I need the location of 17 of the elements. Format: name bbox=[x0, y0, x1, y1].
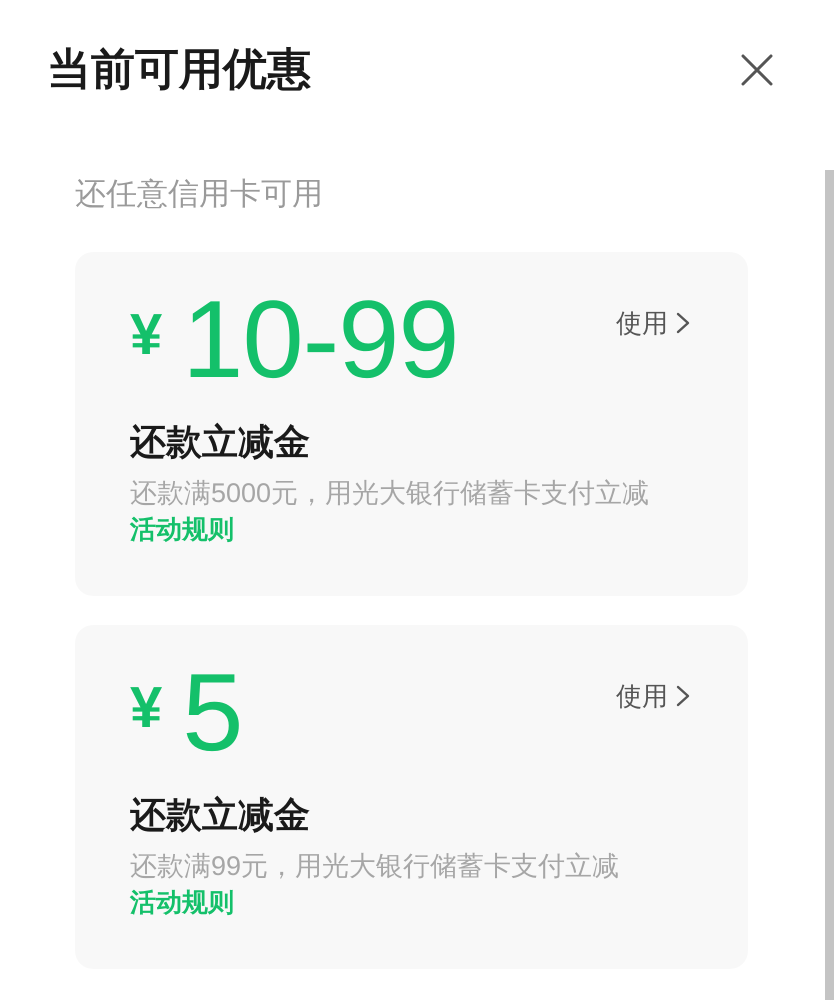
chevron-right-icon bbox=[676, 685, 690, 707]
currency-symbol: ¥ bbox=[130, 306, 162, 364]
coupon-description: 还款满99元，用光大银行储蓄卡支付立减 bbox=[130, 850, 620, 883]
coupon-amount: 5 bbox=[182, 661, 242, 765]
close-icon bbox=[740, 53, 774, 87]
use-button[interactable]: 使用 bbox=[616, 306, 690, 340]
coupon-description: 还款满5000元，用光大银行储蓄卡支付立减 bbox=[130, 477, 650, 510]
chevron-right-icon bbox=[676, 312, 690, 334]
section-label: 还任意信用卡可用 bbox=[75, 175, 324, 213]
close-button[interactable] bbox=[740, 53, 774, 87]
currency-symbol: ¥ bbox=[130, 679, 162, 737]
scrollbar-thumb[interactable] bbox=[825, 170, 834, 1000]
coupon-title: 还款立减金 bbox=[130, 793, 311, 837]
dialog-title: 当前可用优惠 bbox=[47, 44, 311, 96]
use-button[interactable]: 使用 bbox=[616, 679, 690, 713]
coupon-amount: 10-99 bbox=[182, 288, 459, 392]
coupon-title: 还款立减金 bbox=[130, 420, 311, 464]
